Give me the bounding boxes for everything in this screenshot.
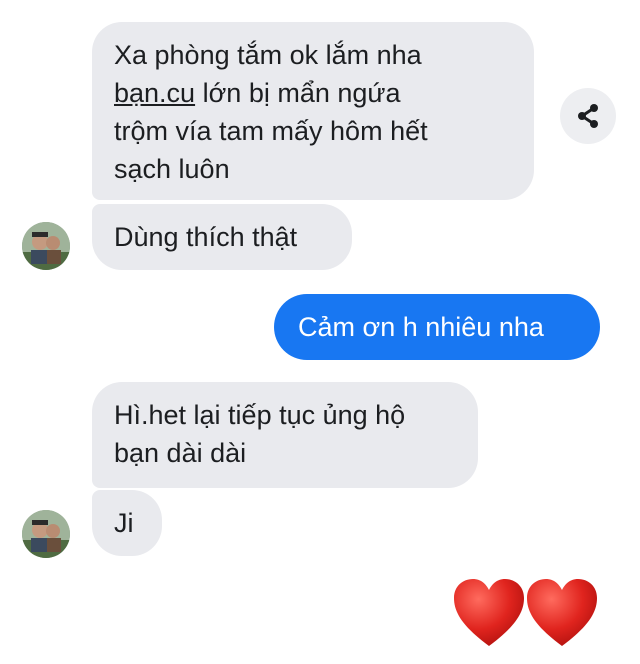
message-text-line: sạch luôn	[114, 154, 230, 184]
message-text-line: bạn.cu lớn bị mẩn ngứa	[114, 74, 512, 112]
incoming-message-bubble[interactable]: Ji	[92, 490, 162, 556]
message-text: Dùng thích thật	[114, 222, 298, 252]
incoming-message-bubble[interactable]: Xa phòng tắm ok lắm nha bạn.cu lớn bị mẩ…	[92, 22, 534, 200]
message-text: Ji	[114, 508, 134, 538]
avatar[interactable]	[22, 222, 70, 270]
avatar[interactable]	[22, 510, 70, 558]
message-text: Cảm ơn h nhiêu nha	[298, 312, 544, 342]
share-icon	[578, 104, 598, 128]
message-text-line: Xa phòng tắm ok lắm nha	[114, 40, 422, 70]
heart-icon	[454, 579, 524, 646]
heart-icon	[527, 579, 597, 646]
message-link[interactable]: bạn.cu	[114, 78, 195, 108]
incoming-message-bubble[interactable]: Dùng thích thật	[92, 204, 352, 270]
message-text-fragment: lớn bị mẩn ngứa	[202, 78, 401, 108]
heart-reactions[interactable]	[452, 578, 602, 650]
incoming-message-bubble[interactable]: Hì.het lại tiếp tục ủng hộ bạn dài dài	[92, 382, 478, 488]
message-text-line: Hì.het lại tiếp tục ủng hộ	[114, 400, 406, 430]
message-text-line: bạn dài dài	[114, 438, 247, 468]
avatar-image	[22, 222, 70, 270]
avatar-image	[22, 510, 70, 558]
outgoing-message-bubble[interactable]: Cảm ơn h nhiêu nha	[274, 294, 600, 360]
message-text-line: trộm vía tam mấy hôm hết	[114, 116, 428, 146]
share-button[interactable]	[560, 88, 616, 144]
